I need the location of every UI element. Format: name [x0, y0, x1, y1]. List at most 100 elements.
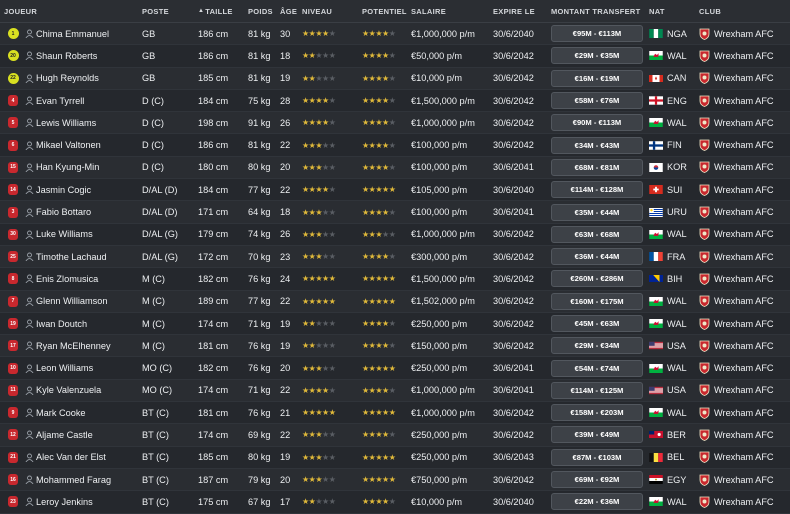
col-header-age[interactable]: ÂGE — [280, 7, 302, 16]
club-cell[interactable]: Wrexham AFC — [699, 28, 790, 40]
nationality-cell: WAL — [649, 118, 699, 128]
table-row[interactable]: 23 Leroy Jenkins BT (C) 175 cm 67 kg 17 ★ ★ ★ ★ ★ ★… — [0, 491, 790, 514]
potential-star-half-icon: ★ — [388, 452, 396, 462]
club-cell[interactable]: Wrexham AFC — [699, 206, 790, 218]
club-cell[interactable]: Wrexham AFC — [699, 451, 790, 464]
club-cell[interactable]: Wrexham AFC — [699, 72, 790, 85]
col-header-nationality[interactable]: NAT — [649, 7, 699, 16]
col-header-wage[interactable]: SALAIRE — [411, 7, 493, 16]
player-name[interactable]: Mohammed Farag — [36, 475, 142, 485]
transfer-value-box: €260M - €286M — [551, 270, 643, 288]
table-row[interactable]: 21 Alec Van der Elst BT (C) 185 cm 80 kg 19 ★ ★… — [0, 446, 790, 469]
player-name[interactable]: Jasmin Cogic — [36, 185, 142, 195]
player-name[interactable]: Ryan McElhenney — [36, 341, 142, 351]
player-name[interactable]: Lewis Williams — [36, 118, 142, 128]
club-cell[interactable]: Wrexham AFC — [699, 117, 790, 129]
club-cell[interactable]: Wrexham AFC — [699, 474, 790, 486]
player-height: 184 cm — [198, 95, 229, 106]
club-crest-icon — [699, 340, 714, 352]
table-row[interactable]: 1 Chima Emmanuel GB 186 cm 81 kg 30 ★ ★ ★ ★ ★ ★ ★ ★ ★ ★… — [0, 23, 790, 46]
club-cell[interactable]: Wrexham AFC — [699, 384, 790, 397]
club-cell[interactable]: Wrexham AFC — [699, 318, 790, 330]
player-name[interactable]: Shaun Roberts — [36, 51, 142, 61]
player-name[interactable]: Mark Cooke — [36, 408, 142, 418]
player-name[interactable]: Enis Zlomusica — [36, 274, 142, 284]
col-header-club[interactable]: CLUB — [699, 7, 790, 16]
player-name[interactable]: Leon Williams — [36, 363, 142, 373]
transfer-value-box: €29M - €35M — [551, 47, 643, 65]
club-cell[interactable]: Wrexham AFC — [699, 407, 790, 419]
col-header-potential[interactable]: POTENTIEL — [362, 7, 411, 16]
transfer-value-cell: €39M - €49M — [551, 426, 649, 444]
table-row[interactable]: 9 Mark Cooke BT (C) 181 cm 76 kg 21 ★ ★ ★ ★ ★ ★ ★ ★ ★ ★… — [0, 402, 790, 425]
player-name[interactable]: Luke Williams — [36, 229, 142, 239]
col-header-current-ability[interactable]: NIVEAU — [302, 7, 362, 16]
potential-star-full-icon: ★ — [375, 319, 383, 328]
table-row[interactable]: 30 Luke Williams D/AL (G) 179 cm 74 kg 26 ★ ★ ★ ★… — [0, 223, 790, 246]
table-row[interactable]: 3 Fabio Bottaro D/AL (D) 171 cm 64 kg 18 ★ ★ ★ ★ ★… — [0, 201, 790, 224]
club-cell[interactable]: Wrexham AFC — [699, 429, 790, 441]
player-name[interactable]: Hugh Reynolds — [36, 73, 142, 83]
player-name[interactable]: Fabio Bottaro — [36, 207, 142, 217]
club-cell[interactable]: Wrexham AFC — [699, 184, 790, 196]
potential-star-full-icon: ★ — [368, 274, 376, 284]
col-header-position[interactable]: POSTE — [142, 7, 198, 16]
col-header-height[interactable]: ▲ TAILLE — [198, 7, 248, 16]
player-name[interactable]: Han Kyung-Min — [36, 162, 142, 172]
nationality-cell: WAL — [649, 51, 699, 61]
table-row[interactable]: 5 Lewis Williams D (C) 198 cm 91 kg 26 ★ ★ ★ ★ ★ ★ ★… — [0, 112, 790, 135]
table-row[interactable]: 19 Iwan Doutch M (C) 174 cm 71 kg 19 ★ ★ ★ ★ ★ ★ ★ ★ ★… — [0, 312, 790, 336]
table-row[interactable]: 17 Ryan McElhenney M (C) 181 cm 76 kg 19 ★ ★ ★ ★ ★… — [0, 335, 790, 358]
table-row[interactable]: 12 Aljame Castle BT (C) 174 cm 69 kg 22 ★ ★ ★ ★ ★ ★… — [0, 424, 790, 447]
nation-flag-icon — [649, 408, 667, 418]
table-row[interactable]: 20 Shaun Roberts GB 186 cm 81 kg 18 ★ ★ ★ ★ ★ ★ ★ ★ ★ ★… — [0, 45, 790, 68]
ability-star-full-icon: ★ — [302, 162, 309, 172]
club-name: Wrexham AFC — [714, 162, 774, 173]
ability-star-full-icon: ★ — [315, 207, 323, 217]
table-row[interactable]: 8 Enis Zlomusica M (C) 182 cm 76 kg 24 ★ ★ ★ ★ ★ ★ ★… — [0, 268, 790, 291]
club-cell[interactable]: Wrexham AFC — [699, 295, 790, 308]
col-header-expires[interactable]: EXPIRE LE — [493, 7, 551, 16]
club-cell[interactable]: Wrexham AFC — [699, 273, 790, 285]
club-cell[interactable]: Wrexham AFC — [699, 362, 790, 375]
player-name[interactable]: Timothe Lachaud — [36, 252, 142, 262]
club-cell[interactable]: Wrexham AFC — [699, 228, 790, 241]
table-row[interactable]: 25 Timothe Lachaud D/AL (G) 172 cm 70 kg 23 ★ ★… — [0, 245, 790, 269]
club-cell[interactable]: Wrexham AFC — [699, 95, 790, 107]
table-row[interactable]: 11 Kyle Valenzuela MO (C) 174 cm 71 kg 22 ★ ★ ★ ★… — [0, 379, 790, 403]
table-row[interactable]: 15 Han Kyung-Min D (C) 180 cm 80 kg 20 ★ ★ ★ ★ ★ ★ ★… — [0, 156, 790, 180]
squad-number-badge: 30 — [7, 228, 19, 240]
club-cell[interactable]: Wrexham AFC — [699, 251, 790, 263]
club-cell[interactable]: Wrexham AFC — [699, 161, 790, 174]
player-weight: 81 kg — [248, 73, 271, 84]
table-row[interactable]: 4 Evan Tyrrell D (C) 184 cm 75 kg 28 ★ ★ ★ ★ ★ ★ ★ ★ ★… — [0, 89, 790, 113]
player-name[interactable]: Aljame Castle — [36, 430, 142, 440]
player-name[interactable]: Leroy Jenkins — [36, 497, 142, 507]
table-row[interactable]: 7 Glenn Williamson M (C) 189 cm 77 kg 22 ★ ★ ★ ★ ★… — [0, 290, 790, 313]
club-cell[interactable]: Wrexham AFC — [699, 50, 790, 62]
player-name[interactable]: Alec Van der Elst — [36, 452, 142, 462]
ability-star-empty-icon: ★ — [315, 73, 323, 83]
col-header-player[interactable]: JOUEUR — [0, 7, 142, 16]
player-name[interactable]: Mikael Valtonen — [36, 140, 142, 150]
col-header-weight[interactable]: POIDS — [248, 7, 280, 16]
player-name[interactable]: Kyle Valenzuela — [36, 385, 142, 395]
table-row[interactable]: 6 Mikael Valtonen D (C) 186 cm 81 kg 22 ★ ★ ★ ★ ★ ★… — [0, 134, 790, 157]
col-header-transfer-value[interactable]: MONTANT TRANSFERT — [551, 7, 649, 16]
potential-star-full-icon: ★ — [388, 296, 396, 306]
table-row[interactable]: 22 Hugh Reynolds GB 185 cm 81 kg 19 ★ ★ ★ ★ ★ ★ ★ ★ ★ ★… — [0, 67, 790, 90]
player-name[interactable]: Evan Tyrrell — [36, 96, 142, 106]
player-name[interactable]: Chima Emmanuel — [36, 29, 142, 39]
player-name[interactable]: Iwan Doutch — [36, 319, 142, 329]
player-name[interactable]: Glenn Williamson — [36, 296, 142, 306]
player-wage: €1,000,000 p/m — [411, 385, 475, 396]
club-cell[interactable]: Wrexham AFC — [699, 340, 790, 352]
table-row[interactable]: 10 Leon Williams MO (C) 182 cm 76 kg 20 ★ ★ ★ ★ ★ ★… — [0, 357, 790, 380]
potential-star-full-icon: ★ — [368, 229, 376, 239]
player-wage: €100,000 p/m — [411, 207, 468, 218]
table-row[interactable]: 14 Jasmin Cogic D/AL (D) 184 cm 77 kg 22 ★ ★ ★ ★ ★… — [0, 179, 790, 202]
club-cell[interactable]: Wrexham AFC — [699, 496, 790, 508]
potential-star-full-icon: ★ — [368, 96, 376, 106]
club-cell[interactable]: Wrexham AFC — [699, 139, 790, 152]
table-row[interactable]: 16 Mohammed Farag BT (C) 187 cm 79 kg 20 ★ ★ ★ ★ ★… — [0, 468, 790, 492]
